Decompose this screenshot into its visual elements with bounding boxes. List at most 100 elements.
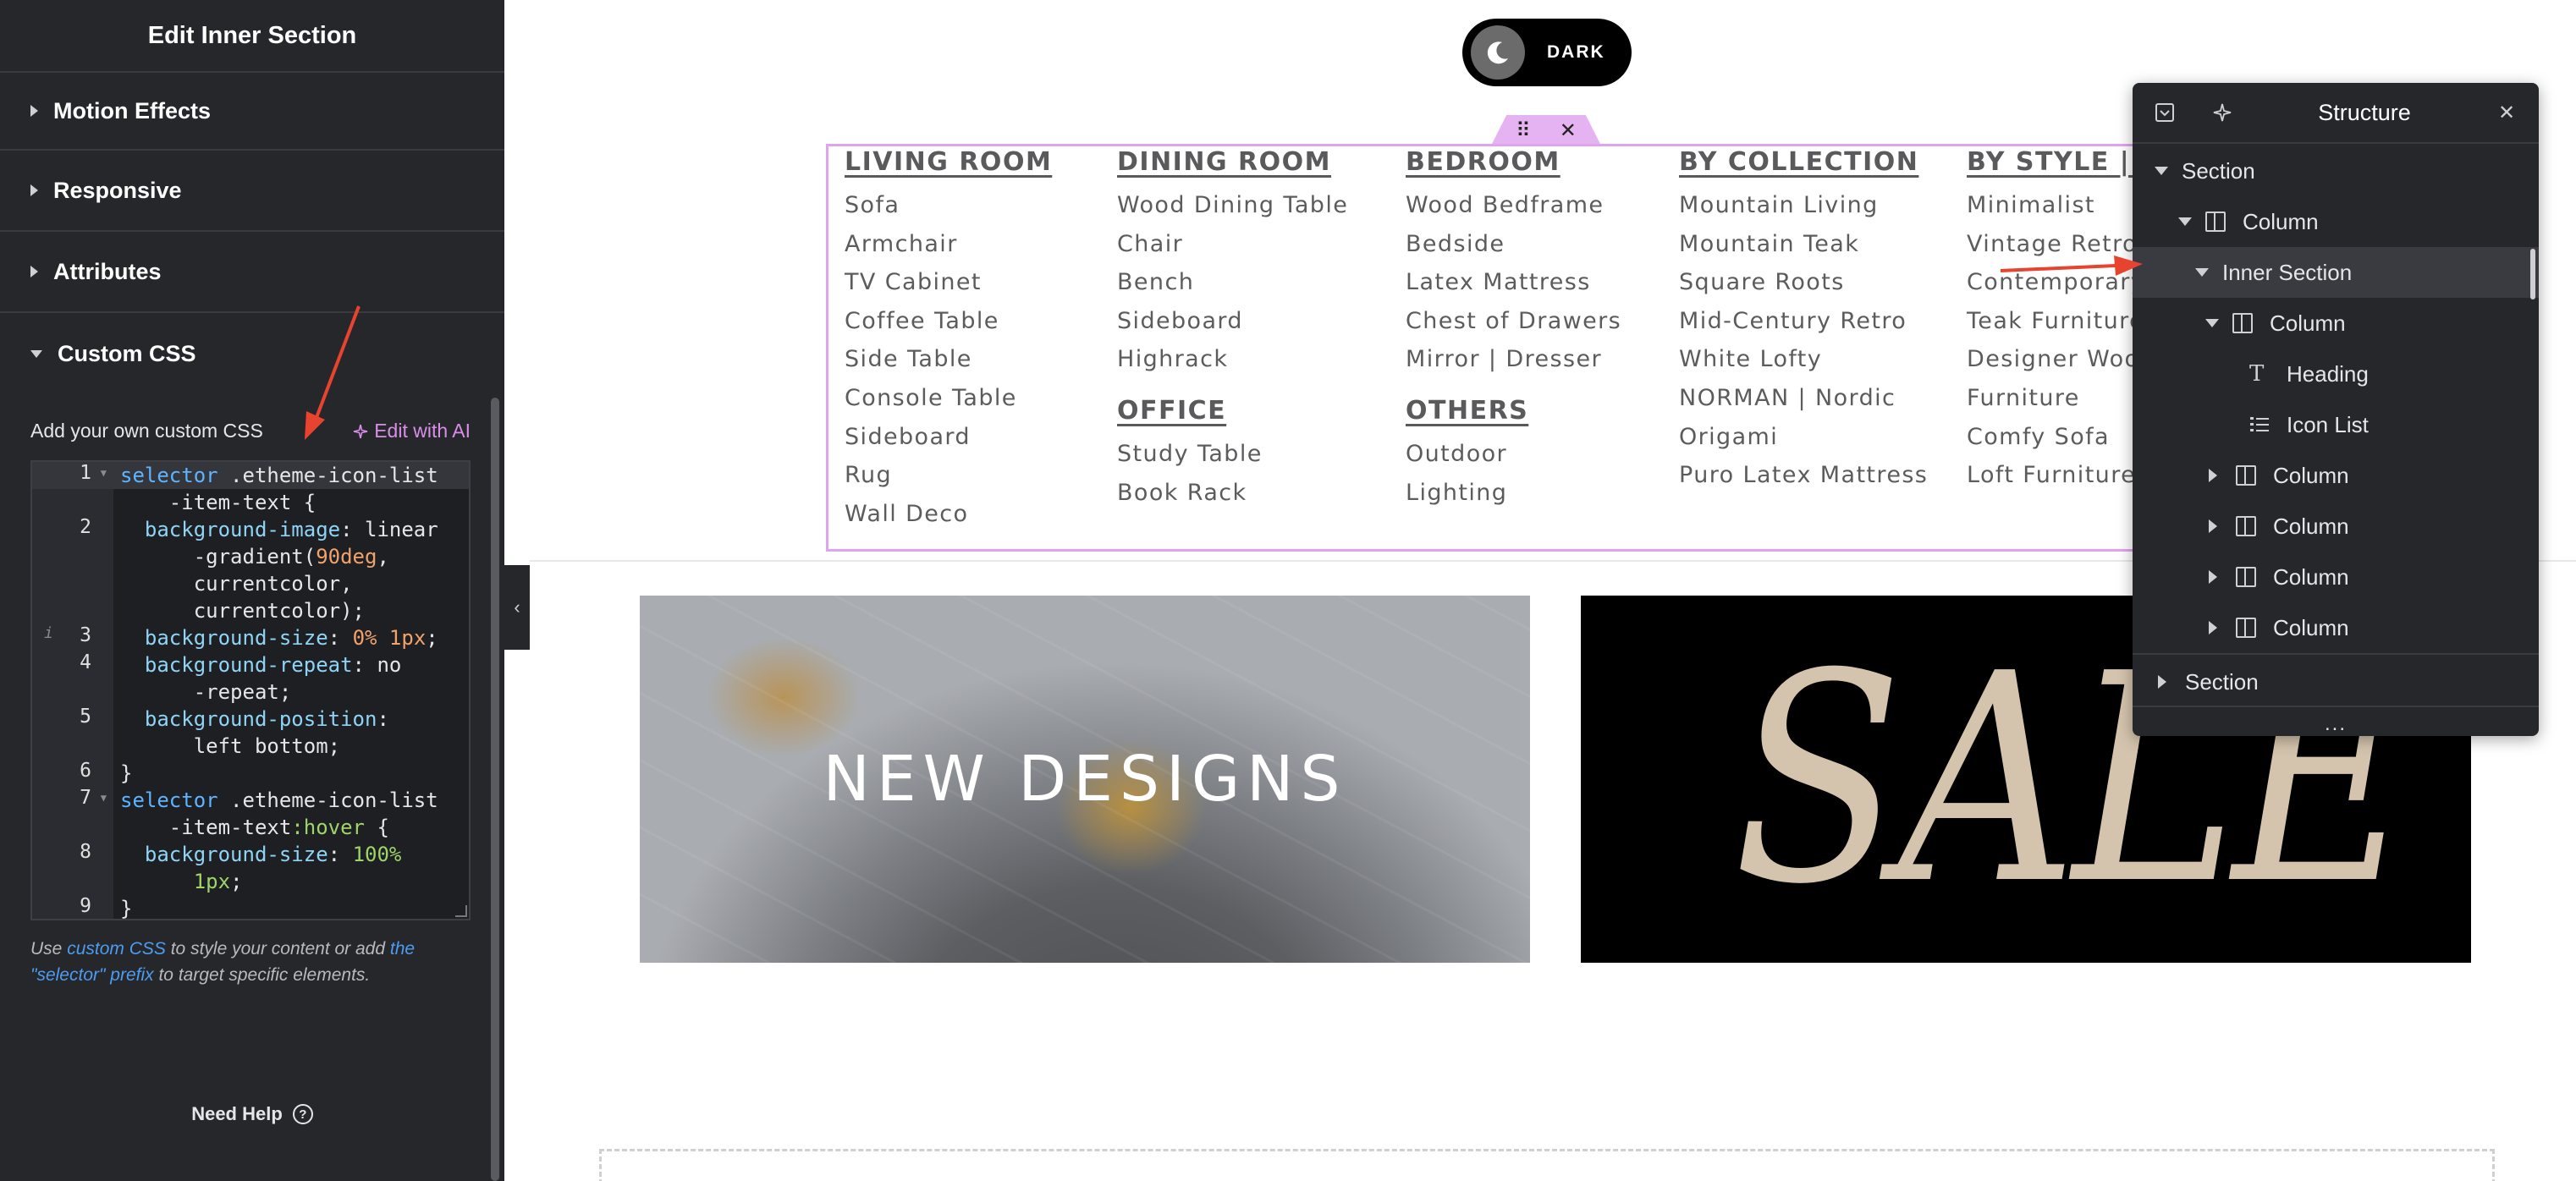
caret-right-icon[interactable] — [2209, 519, 2217, 533]
tree-node-column[interactable]: Column — [2133, 552, 2539, 602]
tree-node-column[interactable]: Column — [2133, 298, 2539, 349]
attributes-section[interactable]: Attributes — [0, 232, 504, 313]
tree-node-heading[interactable]: T Heading — [2133, 349, 2539, 399]
caret-down-icon[interactable] — [2155, 167, 2168, 175]
menu-item[interactable]: NORMAN | Nordic — [1679, 379, 1928, 418]
drag-handle-icon[interactable]: ⠿ — [1516, 118, 1531, 143]
menu-item[interactable]: Bedside — [1406, 225, 1621, 264]
menu-heading-by-collection[interactable]: BY COLLECTION — [1679, 146, 1928, 179]
menu-item[interactable]: TV Cabinet — [845, 263, 1052, 302]
caret-down-icon[interactable] — [2195, 268, 2209, 277]
menu-item[interactable]: White Lofty — [1679, 340, 1928, 379]
menu-item[interactable]: Mountain Teak — [1679, 225, 1928, 264]
heading-icon: T — [2249, 361, 2265, 387]
menu-item[interactable]: Square Roots — [1679, 263, 1928, 302]
menu-heading-bedroom[interactable]: BEDROOM — [1406, 146, 1621, 179]
tree-node-inner-section[interactable]: Inner Section — [2133, 247, 2539, 298]
sparkle-icon[interactable] — [2210, 101, 2234, 124]
menu-item[interactable]: Bench — [1117, 263, 1348, 302]
menu-item[interactable]: Side Table — [845, 340, 1052, 379]
structure-panel: Structure ✕ Section Column Inner Section… — [2133, 83, 2539, 736]
menu-heading-office[interactable]: OFFICE — [1117, 394, 1348, 428]
tree-node-section[interactable]: Section — [2133, 146, 2539, 196]
column-icon — [2205, 211, 2226, 232]
motion-effects-section[interactable]: Motion Effects — [0, 73, 504, 151]
menu-item[interactable]: Console Table — [845, 379, 1052, 418]
menu-item[interactable]: Wood Bedframe — [1406, 186, 1621, 225]
caret-right-icon[interactable] — [2209, 621, 2217, 634]
column-icon — [2232, 313, 2253, 333]
panel-scrollbar[interactable] — [491, 398, 499, 1181]
custom-css-field-label: Add your own custom CSS — [30, 420, 263, 442]
menu-item[interactable]: Coffee Table — [845, 302, 1052, 341]
menu-item[interactable]: Latex Mattress — [1406, 263, 1621, 302]
tree-node-column[interactable]: Column — [2133, 602, 2539, 653]
css-code-editor[interactable]: 1 ▼ 2 i3 4 5 6 7 ▼ 8 9 selector .etheme-ic… — [30, 460, 471, 920]
menu-item[interactable]: Study Table — [1117, 435, 1348, 474]
menu-item[interactable]: Sideboard — [1117, 302, 1348, 341]
section-handle-tab[interactable]: ⠿ ✕ — [1491, 115, 1601, 146]
caret-right-icon — [30, 184, 38, 196]
caret-right-icon[interactable] — [2158, 675, 2166, 689]
tree-node-section[interactable]: Section — [2133, 656, 2539, 707]
menu-item[interactable]: Lighting — [1406, 474, 1621, 513]
caret-right-icon[interactable] — [2209, 469, 2217, 482]
close-icon[interactable]: ✕ — [1560, 118, 1577, 143]
menu-item[interactable]: Highrack — [1117, 340, 1348, 379]
menu-column-living-room: LIVING ROOM Sofa Armchair TV Cabinet Cof… — [845, 142, 1052, 533]
custom-css-section[interactable]: Custom CSS — [0, 313, 504, 394]
custom-css-help-text: Use custom CSS to style your content or … — [30, 939, 416, 985]
tree-node-column[interactable]: Column — [2133, 501, 2539, 552]
tree-node-icon-list[interactable]: Icon List — [2133, 399, 2539, 450]
css-code-text[interactable]: selector .etheme-icon-list -item-text { … — [120, 462, 438, 919]
need-help-label: Need Help — [191, 1103, 283, 1124]
menu-item[interactable]: Origami — [1679, 418, 1928, 457]
collapse-icon[interactable] — [2153, 101, 2177, 124]
structure-title: Structure — [2318, 99, 2411, 125]
custom-css-label-row: Add your own custom CSS Edit with AI — [30, 420, 471, 442]
tree-node-column[interactable]: Column — [2133, 196, 2539, 247]
caret-down-icon[interactable] — [2178, 217, 2192, 226]
caret-right-icon[interactable] — [2209, 570, 2217, 584]
menu-item[interactable]: Outdoor — [1406, 435, 1621, 474]
column-icon — [2236, 567, 2256, 587]
menu-item[interactable]: Sideboard — [845, 418, 1052, 457]
caret-down-icon[interactable] — [2205, 319, 2219, 327]
responsive-section[interactable]: Responsive — [0, 151, 504, 232]
menu-item[interactable]: Wood Dining Table — [1117, 186, 1348, 225]
menu-heading-others[interactable]: OTHERS — [1406, 394, 1621, 428]
new-designs-banner[interactable]: NEW DESIGNS — [640, 596, 1530, 963]
new-designs-title: NEW DESIGNS — [823, 743, 1347, 816]
panel-title: Edit Inner Section — [147, 21, 357, 49]
menu-item[interactable]: Mid-Century Retro — [1679, 302, 1928, 341]
resize-handle[interactable] — [455, 905, 467, 917]
menu-item[interactable]: Sofa — [845, 186, 1052, 225]
motion-effects-label: Motion Effects — [53, 97, 211, 124]
close-icon[interactable]: ✕ — [2495, 101, 2518, 124]
empty-section-placeholder[interactable] — [599, 1149, 2495, 1181]
menu-heading-living-room[interactable]: LIVING ROOM — [845, 146, 1052, 179]
chevron-left-icon: ‹ — [514, 596, 520, 618]
tree-node-column[interactable]: Column — [2133, 450, 2539, 501]
menu-heading-dining-room[interactable]: DINING ROOM — [1117, 146, 1348, 179]
column-icon — [2236, 618, 2256, 638]
editor-panel: Edit Inner Section Motion Effects Respon… — [0, 0, 504, 1181]
dark-mode-toggle[interactable]: DARK — [1462, 19, 1632, 86]
menu-item[interactable]: Wall Deco — [845, 495, 1052, 534]
menu-item[interactable]: Rug — [845, 456, 1052, 495]
resize-dots[interactable]: ... — [2133, 712, 2539, 736]
menu-item[interactable]: Chair — [1117, 225, 1348, 264]
need-help-link[interactable]: Need Help ? — [0, 1103, 504, 1125]
menu-item[interactable]: Mountain Living — [1679, 186, 1928, 225]
menu-item[interactable]: Puro Latex Mattress — [1679, 456, 1928, 495]
collapse-panel-button[interactable]: ‹ — [504, 565, 530, 650]
structure-divider — [2133, 706, 2539, 707]
edit-with-ai-button[interactable]: Edit with AI — [352, 420, 471, 442]
menu-item[interactable]: Chest of Drawers — [1406, 302, 1621, 341]
menu-item[interactable]: Mirror | Dresser — [1406, 340, 1621, 379]
custom-css-link[interactable]: custom CSS — [67, 939, 166, 959]
structure-scrollbar[interactable] — [2530, 249, 2535, 299]
menu-item[interactable]: Armchair — [845, 225, 1052, 264]
menu-item[interactable]: Book Rack — [1117, 474, 1348, 513]
menu-column-bedroom: BEDROOM Wood Bedframe Bedside Latex Matt… — [1406, 142, 1621, 512]
